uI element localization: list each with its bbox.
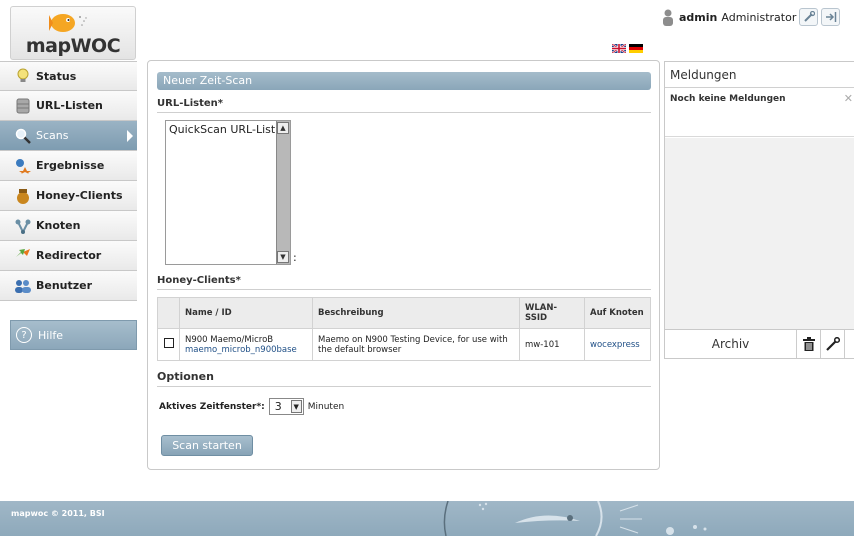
footer-decoration-icon bbox=[443, 501, 707, 536]
nav-label: Knoten bbox=[36, 219, 81, 232]
trash-icon bbox=[802, 337, 815, 351]
logout-icon bbox=[825, 12, 837, 22]
time-window-value: 3 bbox=[274, 400, 282, 413]
archive-button[interactable]: Archiv bbox=[665, 330, 797, 358]
nav-item-honey-clients[interactable]: Honey-Clients bbox=[0, 181, 137, 211]
scroll-down-icon[interactable]: ▼ bbox=[277, 251, 289, 263]
logout-button[interactable] bbox=[821, 8, 841, 26]
wrench-icon bbox=[825, 337, 840, 351]
row-checkbox-cell bbox=[157, 328, 180, 361]
messages-empty-text: Noch keine Meldungen bbox=[670, 94, 786, 104]
listbox-scrollbar[interactable]: ▲ ▼ bbox=[276, 121, 290, 264]
col-ssid[interactable]: WLAN-SSID bbox=[519, 297, 585, 329]
honey-clients-table: Name / ID Beschreibung WLAN-SSID Auf Kno… bbox=[157, 297, 651, 361]
wrench-icon bbox=[804, 11, 815, 22]
listbox-colon: : bbox=[293, 251, 297, 264]
active-arrow-icon bbox=[127, 130, 133, 142]
messages-footer: Archiv bbox=[665, 329, 854, 358]
user-bar: admin Administrator bbox=[662, 8, 841, 26]
users-icon bbox=[14, 277, 32, 295]
honey-clients-heading: Honey-Clients* bbox=[157, 275, 651, 290]
redirect-arrows-icon bbox=[14, 247, 32, 265]
description-cell: Maemo on N900 Testing Device, for use wi… bbox=[312, 328, 520, 361]
time-window-row: Aktives Zeitfenster*: 3 ▼ Minuten bbox=[159, 398, 344, 415]
close-icon[interactable]: ✕ bbox=[844, 92, 853, 105]
col-select bbox=[157, 297, 180, 329]
sidebar-nav: Status URL-Listen Scans Ergebnisse Honey… bbox=[0, 61, 137, 301]
url-list-option[interactable]: QuickScan URL-List bbox=[166, 121, 276, 138]
page-footer: mapwoc © 2011, BSI bbox=[0, 501, 854, 536]
name-cell: N900 Maemo/MicroB maemo_microb_n900base bbox=[179, 328, 313, 361]
nav-label: Benutzer bbox=[36, 279, 93, 292]
nav-label: Redirector bbox=[36, 249, 102, 262]
start-scan-button[interactable]: Scan starten bbox=[161, 435, 253, 456]
settings-wrench-button[interactable] bbox=[799, 8, 819, 26]
nav-label: URL-Listen bbox=[36, 99, 103, 112]
username: admin bbox=[679, 10, 718, 24]
nav-item-scans[interactable]: Scans bbox=[0, 121, 137, 151]
messages-title: Meldungen bbox=[665, 62, 854, 88]
chevron-down-icon[interactable]: ▼ bbox=[290, 400, 302, 413]
lightbulb-icon bbox=[14, 67, 32, 85]
magnifier-icon bbox=[14, 127, 32, 145]
client-name: N900 Maemo/MicroB bbox=[185, 334, 274, 345]
help-label: Hilfe bbox=[38, 328, 64, 342]
fish-logo-icon bbox=[49, 14, 87, 32]
database-icon bbox=[14, 97, 32, 115]
panel-title: Neuer Zeit-Scan bbox=[157, 72, 651, 90]
nav-label: Ergebnisse bbox=[36, 159, 105, 172]
col-description[interactable]: Beschreibung bbox=[312, 297, 520, 329]
honeypot-icon bbox=[14, 187, 32, 205]
app-logo[interactable]: mapWOC bbox=[10, 6, 136, 60]
nav-item-status[interactable]: Status bbox=[0, 61, 137, 91]
time-window-label: Aktives Zeitfenster*: bbox=[159, 401, 265, 412]
nav-item-benutzer[interactable]: Benutzer bbox=[0, 271, 137, 301]
language-switcher bbox=[612, 44, 643, 53]
de-flag-icon[interactable] bbox=[629, 44, 643, 53]
nodes-icon bbox=[14, 217, 32, 235]
nav-label: Status bbox=[36, 69, 77, 83]
nav-label: Honey-Clients bbox=[36, 189, 123, 202]
user-icon bbox=[663, 9, 673, 26]
user-role: Administrator bbox=[721, 10, 797, 24]
messages-empty-item: Noch keine Meldungen ✕ bbox=[665, 88, 854, 137]
new-scan-panel: Neuer Zeit-Scan URL-Listen* QuickScan UR… bbox=[147, 60, 660, 470]
time-window-unit: Minuten bbox=[307, 401, 345, 412]
url-lists-select[interactable]: QuickScan URL-List ▲ ▼ bbox=[165, 120, 291, 265]
messages-list-area bbox=[665, 138, 854, 330]
table-header-row: Name / ID Beschreibung WLAN-SSID Auf Kno… bbox=[157, 297, 651, 329]
message-settings-button[interactable] bbox=[821, 330, 845, 358]
table-row: N900 Maemo/MicroB maemo_microb_n900base … bbox=[157, 328, 651, 361]
client-id-link[interactable]: maemo_microb_n900base bbox=[185, 345, 307, 355]
col-node[interactable]: Auf Knoten bbox=[584, 297, 651, 329]
messages-panel: Meldungen Noch keine Meldungen ✕ Archiv bbox=[664, 61, 854, 359]
help-button[interactable]: ? Hilfe bbox=[10, 320, 137, 350]
results-icon bbox=[14, 157, 32, 175]
nav-item-redirector[interactable]: Redirector bbox=[0, 241, 137, 271]
copyright-text: mapwoc © 2011, BSI bbox=[11, 509, 105, 518]
trash-button[interactable] bbox=[797, 330, 821, 358]
nav-item-ergebnisse[interactable]: Ergebnisse bbox=[0, 151, 137, 181]
nav-item-knoten[interactable]: Knoten bbox=[0, 211, 137, 241]
url-lists-heading: URL-Listen* bbox=[157, 98, 651, 113]
col-name[interactable]: Name / ID bbox=[179, 297, 313, 329]
row-checkbox[interactable] bbox=[163, 338, 174, 348]
options-heading: Optionen bbox=[157, 370, 651, 387]
nav-item-url-listen[interactable]: URL-Listen bbox=[0, 91, 137, 121]
question-icon: ? bbox=[16, 327, 32, 343]
uk-flag-icon[interactable] bbox=[612, 44, 626, 53]
ssid-cell: mw-101 bbox=[519, 328, 585, 361]
scroll-up-icon[interactable]: ▲ bbox=[277, 122, 289, 134]
time-window-select[interactable]: 3 ▼ bbox=[268, 398, 304, 415]
node-link[interactable]: wocexpress bbox=[584, 328, 651, 361]
logo-text: mapWOC bbox=[25, 35, 121, 57]
nav-label: Scans bbox=[36, 129, 69, 142]
